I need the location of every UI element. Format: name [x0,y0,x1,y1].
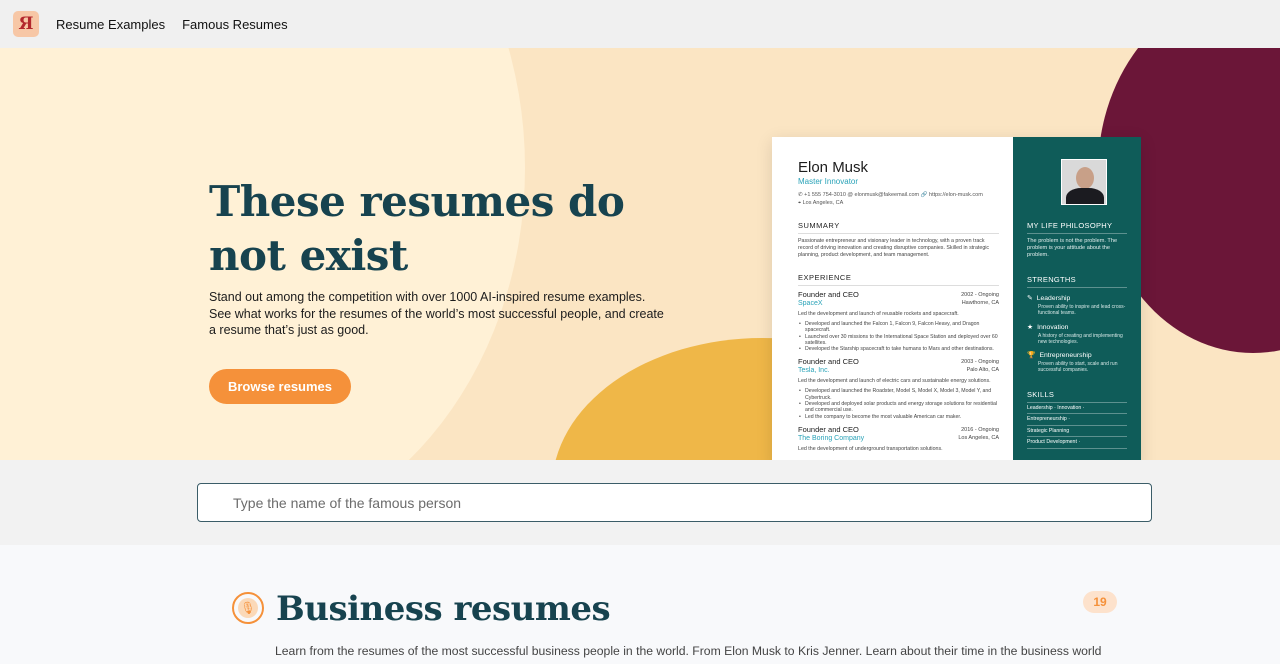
top-nav: Я Resume Examples Famous Resumes [0,0,1280,48]
resume-job: Founder and CEO 2003 - Ongoing Tesla, Inc… [798,357,999,421]
business-resumes-section: 🎙 Business resumes 19 Learn from the res… [0,545,1280,664]
skill-line: Leadership · Innovation · [1027,403,1127,415]
job-bullet: Developed and launched the Falcon 1, Fal… [799,321,999,334]
trophy-icon: 🏆 [1027,352,1036,360]
microphone-icon-inner: 🎙 [238,598,258,618]
hero-section: These resumes do not exist Stand out amo… [0,48,1280,460]
resume-contact: ✆ +1 555 754-3010 @ elonmusk@fakeemail.c… [798,191,999,207]
job-company: Tesla, Inc. [798,367,830,375]
strength-name: Entrepreneurship [1039,352,1092,360]
resume-main-column: Elon Musk Master Innovator ✆ +1 555 754-… [772,137,1013,460]
photo-body-shape [1066,188,1104,204]
famous-person-search-input[interactable] [197,483,1152,522]
resume-role: Master Innovator [798,177,859,186]
star-icon: ★ [1027,323,1034,331]
section-title: Business resumes [276,589,611,629]
job-bullet: Led the company to become the most valua… [799,414,999,421]
hero-title: These resumes do not exist [209,177,625,280]
resume-summary-text: Passionate entrepreneur and visionary le… [798,238,990,258]
job-bullets: Developed and launched the Roadster, Mod… [798,388,999,421]
job-dates: 2002 - Ongoing [961,292,999,298]
resume-skills-heading: SKILLS [1027,390,1127,403]
job-location: Hawthorne, CA [961,300,999,306]
job-company: SpaceX [798,300,823,307]
resume-side-column: MY LIFE PHILOSOPHY The problem is not th… [1013,137,1141,460]
job-bullet: Developed the Starship spacecraft to tak… [799,346,999,353]
skill-line: Strategic Planning [1027,426,1127,438]
job-bullet: Developed and launched the Roadster, Mod… [799,388,999,401]
resume-preview[interactable]: Elon Musk Master Innovator ✆ +1 555 754-… [772,137,1141,460]
photo-head-shape [1076,167,1094,189]
job-location: Los Angeles, CA [958,434,999,441]
resume-philosophy-heading: MY LIFE PHILOSOPHY [1027,221,1127,234]
job-title: Founder and CEO [798,357,859,367]
job-bullet: Launched over 30 missions to the Interna… [799,334,999,347]
nav-link-famous-resumes[interactable]: Famous Resumes [182,17,287,32]
strength-desc: A history of creating and implementing n… [1038,332,1123,345]
job-description: Led the development and launch of electr… [798,378,991,385]
job-bullet: Developed and deployed solar products an… [799,401,999,414]
resume-job: Founder and CEO 2002 - Ongoing SpaceX Hawt… [798,290,999,353]
hero-subtitle: Stand out among the competition with ove… [209,290,664,337]
job-title: Founder and CEO [798,424,859,434]
search-section [0,460,1280,545]
microphone-icon: 🎙 [232,592,264,624]
resume-experience-heading: EXPERIENCE [798,273,999,286]
job-title: Founder and CEO [798,290,859,299]
strength-item: ✎ Leadership Proven ability to inspire an… [1027,294,1127,317]
job-location: Palo Alto, CA [966,367,999,374]
resume-location-line: ⌖ Los Angeles, CA [798,200,844,206]
resume-strengths-heading: STRENGTHS [1027,275,1127,288]
strength-desc: Proven ability to inspire and lead cross… [1038,304,1126,317]
strength-item: 🏆 Entrepreneurship Proven ability to star… [1027,351,1127,374]
skill-line: Entrepreneurship · [1027,414,1127,426]
section-description: Learn from the resumes of the most succe… [275,644,1102,664]
resume-philosophy-text: The problem is not the problem. The prob… [1027,238,1118,258]
resume-job: Founder and CEO 2016 - Ongoing The Boring… [798,425,999,453]
strength-name: Leadership [1036,295,1071,302]
resume-photo [1061,159,1107,205]
strength-desc: Proven ability to start, scale and run s… [1038,361,1118,374]
site-logo[interactable]: Я [13,11,39,37]
job-description: Led the development and launch of reusab… [798,311,959,317]
resume-contact-line: ✆ +1 555 754-3010 @ elonmusk@fakeemail.c… [798,192,983,198]
job-description: Led the development of underground trans… [798,445,943,452]
strength-item: ★ Innovation A history of creating and im… [1027,323,1127,346]
resume-name: Elon Musk [798,159,869,176]
skill-line: Product Development · [1027,437,1127,449]
browse-resumes-button[interactable]: Browse resumes [209,369,351,404]
job-company: The Boring Company [798,434,865,442]
count-badge: 19 [1083,591,1117,613]
leadership-icon: ✎ [1027,295,1033,302]
resume-summary-heading: SUMMARY [798,221,999,234]
strength-name: Innovation [1037,323,1069,331]
job-dates: 2016 - Ongoing [961,426,999,433]
job-bullets: Developed and launched the Falcon 1, Fal… [798,321,999,353]
job-dates: 2003 - Ongoing [961,359,999,366]
nav-link-resume-examples[interactable]: Resume Examples [56,17,165,32]
